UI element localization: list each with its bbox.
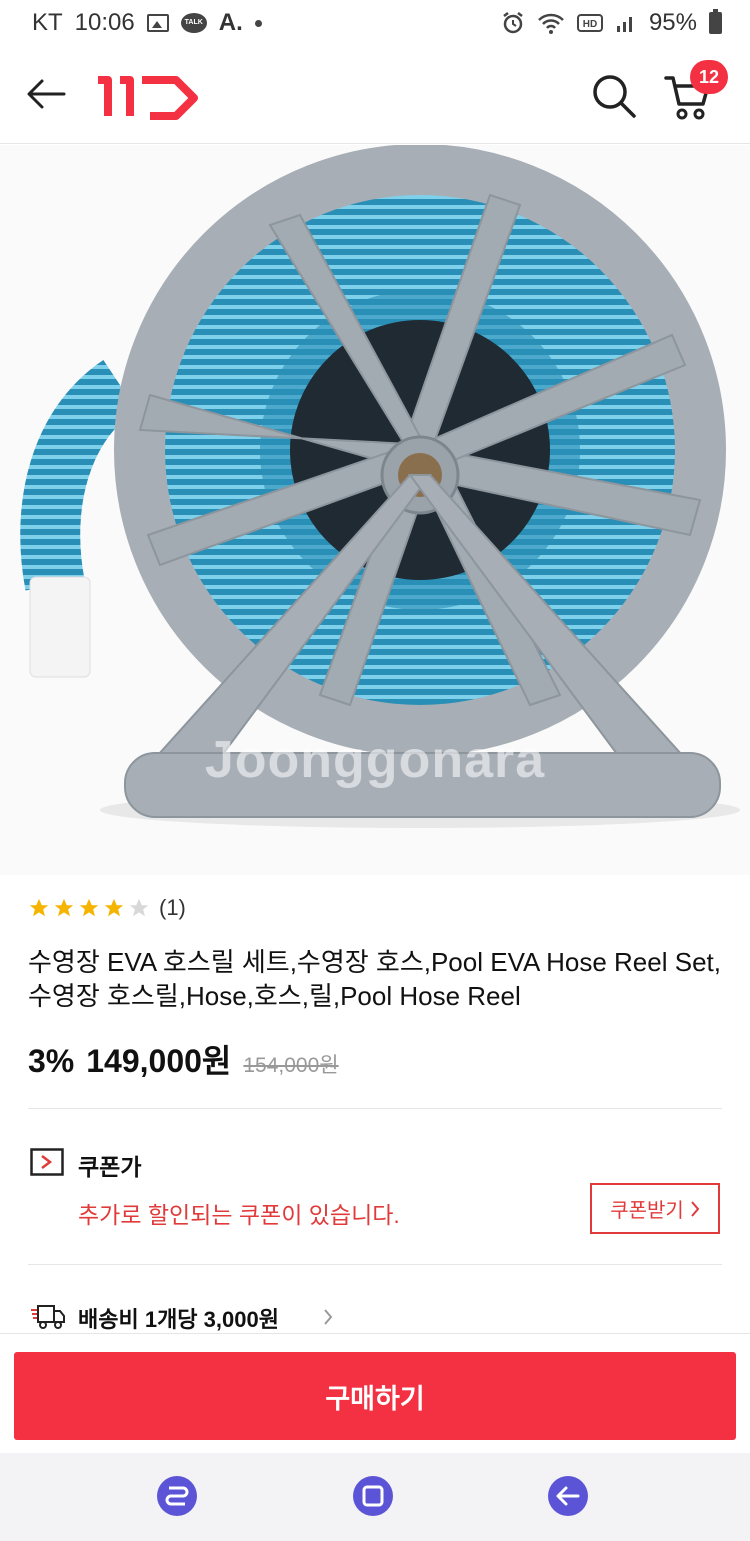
gallery-icon	[146, 14, 169, 32]
system-nav-bar	[0, 1453, 750, 1541]
buy-button-label: 구매하기	[325, 1383, 425, 1414]
image-watermark: Joonggonara	[204, 731, 546, 789]
talk-icon: TALK	[180, 13, 207, 33]
star-empty-icon	[129, 898, 149, 917]
discount-rate: 3%	[28, 1043, 75, 1079]
price-row: 3% 149,000원 154,000원	[28, 1036, 339, 1082]
chevron-right-icon[interactable]	[322, 1307, 334, 1327]
rating-row[interactable]: (1)	[28, 895, 186, 921]
carrier-label: KT	[32, 9, 63, 36]
time-label: 10:06	[74, 9, 135, 36]
battery-icon	[709, 9, 722, 34]
buy-button[interactable]: 구매하기	[14, 1352, 736, 1440]
star-filled-icon	[79, 898, 99, 917]
coupon-label: 쿠폰가	[78, 1154, 142, 1180]
star-filled-icon	[54, 898, 74, 917]
svg-text:HD: HD	[583, 19, 597, 30]
product-image[interactable]: Joonggonara	[0, 145, 750, 875]
delivery-truck-icon	[31, 1305, 65, 1329]
original-price: 154,000원	[243, 1054, 339, 1077]
app-header: 12	[0, 46, 750, 144]
star-filled-icon	[104, 898, 124, 917]
status-bar: KT 10:06 TALK A. HD 95%	[0, 0, 750, 46]
cart-count-badge: 12	[690, 60, 728, 94]
divider	[28, 1108, 722, 1109]
recent-apps-button[interactable]	[157, 1476, 197, 1516]
logo-11st-icon	[98, 76, 198, 120]
back-button[interactable]	[24, 74, 68, 114]
buy-bar: 구매하기	[0, 1333, 750, 1453]
arrow-left-icon	[556, 1486, 580, 1506]
arrow-left-icon	[27, 79, 66, 109]
sale-price: 149,000원	[86, 1043, 232, 1079]
coupon-description: 추가로 할인되는 쿠폰이 있습니다.	[78, 1202, 400, 1228]
get-coupon-button[interactable]: 쿠폰받기	[590, 1183, 720, 1234]
divider	[28, 1264, 722, 1265]
status-left: KT 10:06 TALK A.	[32, 9, 262, 37]
signal-icon	[616, 17, 632, 32]
alarm-icon	[503, 12, 523, 34]
search-icon	[593, 75, 636, 118]
shipping-fee-label[interactable]: 배송비 1개당 3,000원	[78, 1302, 279, 1334]
rating-count: (1)	[159, 895, 186, 920]
get-coupon-label: 쿠폰받기	[610, 1200, 684, 1222]
status-extra: A.	[218, 9, 243, 36]
back-system-button[interactable]	[548, 1476, 588, 1516]
search-button[interactable]	[590, 72, 638, 120]
chevron-right-icon	[691, 1200, 700, 1217]
brand-logo[interactable]	[92, 68, 202, 120]
recent-apps-icon	[165, 1486, 189, 1506]
product-title: 수영장 EVA 호스릴 세트,수영장 호스,Pool EVA Hose Reel…	[28, 947, 721, 1011]
home-button[interactable]	[353, 1476, 393, 1516]
wifi-icon	[538, 13, 564, 34]
coupon-icon	[30, 1148, 64, 1176]
notification-dot-icon	[254, 19, 262, 27]
status-right: HD 95%	[501, 9, 722, 37]
battery-label: 95%	[648, 9, 697, 36]
home-icon	[362, 1485, 384, 1507]
star-filled-icon	[29, 898, 49, 917]
hd-icon: HD	[576, 14, 603, 32]
